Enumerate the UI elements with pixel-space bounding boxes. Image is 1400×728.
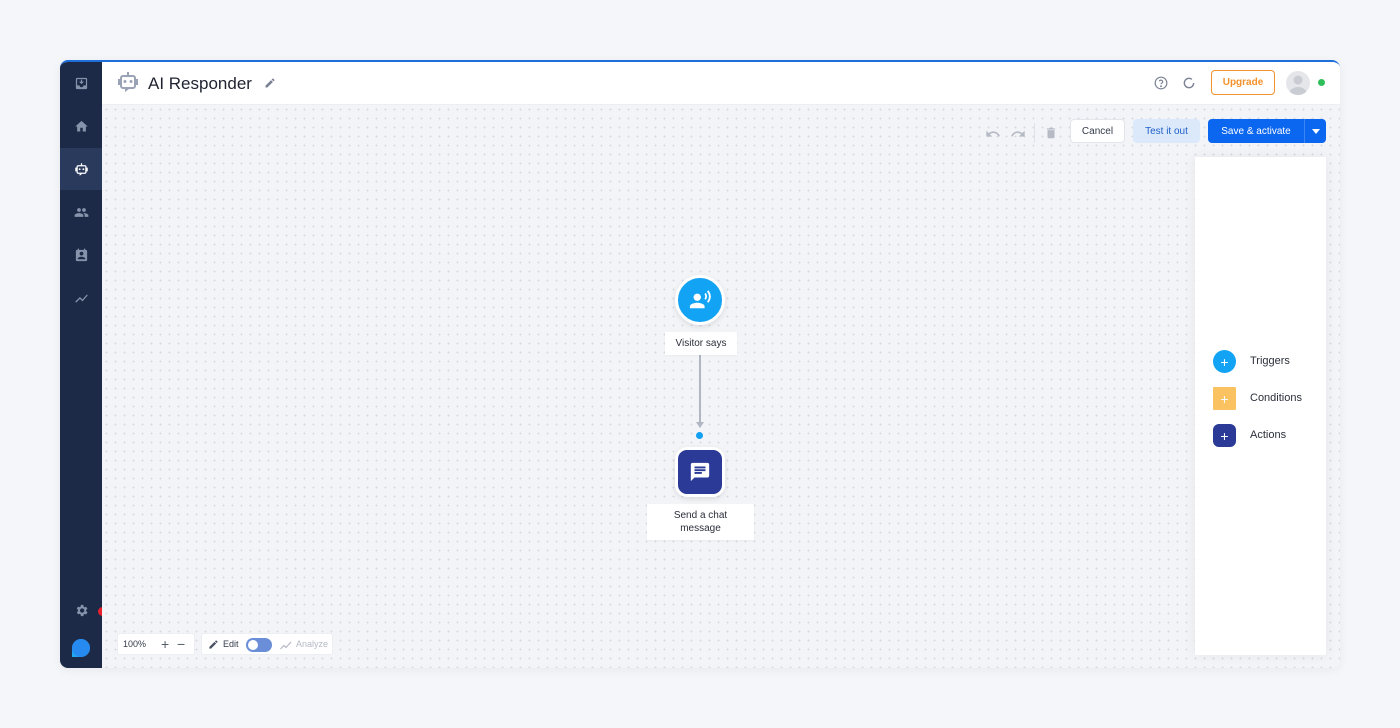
pencil-icon: [209, 640, 218, 649]
node-palette-panel: + Triggers + Conditions + Actions: [1195, 157, 1326, 655]
test-it-out-button[interactable]: Test it out: [1133, 119, 1200, 143]
home-icon: [74, 120, 88, 131]
zoom-out-button[interactable]: −: [177, 636, 185, 652]
sidebar-item-analytics[interactable]: [60, 277, 102, 319]
visitor-speaking-icon: [689, 290, 711, 309]
chevron-down-icon: [1311, 128, 1320, 134]
edit-analyze-toggle[interactable]: [246, 638, 272, 652]
zoom-in-button[interactable]: +: [161, 636, 169, 652]
redo-icon[interactable]: [1010, 126, 1026, 142]
sidebar-item-visitors[interactable]: [60, 191, 102, 233]
trigger-node-visitor-says[interactable]: [675, 275, 725, 325]
sync-icon[interactable]: [1182, 76, 1196, 90]
node-label: Visitor says: [665, 332, 737, 355]
upgrade-button[interactable]: Upgrade: [1211, 70, 1275, 95]
undo-icon[interactable]: [985, 126, 1001, 142]
sidebar-item-settings[interactable]: [60, 589, 102, 631]
contacts-icon: [75, 248, 87, 261]
online-status-dot: [1318, 79, 1325, 86]
palette-item-actions[interactable]: + Actions: [1213, 424, 1323, 448]
sidebar-item-bots[interactable]: [60, 148, 102, 190]
action-node-send-chat-message[interactable]: [675, 447, 725, 497]
pencil-icon[interactable]: [264, 77, 276, 89]
mode-switch: Edit Analyze: [201, 633, 333, 655]
analytics-icon: [74, 293, 88, 303]
bot-icon: [118, 72, 138, 92]
sidebar: [60, 62, 107, 668]
avatar[interactable]: [1286, 71, 1310, 95]
add-action-icon: +: [1213, 424, 1236, 447]
help-icon[interactable]: [1154, 76, 1168, 90]
flow-canvas[interactable]: Cancel Test it out Save & activate Visit…: [102, 105, 1340, 668]
add-condition-icon: +: [1213, 387, 1236, 410]
gear-icon: [76, 604, 87, 616]
bot-icon: [74, 162, 88, 176]
user-avatar-icon: [1289, 75, 1307, 95]
toolbar-divider: [1034, 123, 1035, 143]
sidebar-item-contacts[interactable]: [60, 234, 102, 276]
save-activate-button[interactable]: Save & activate: [1208, 119, 1304, 143]
app-window: AI Responder Upgrade Cancel Test it out …: [60, 60, 1340, 668]
flow-connector: [699, 355, 701, 427]
sidebar-item-inbox[interactable]: [60, 62, 102, 104]
palette-item-triggers[interactable]: + Triggers: [1213, 350, 1323, 374]
add-trigger-icon: +: [1213, 350, 1236, 373]
edit-mode-label[interactable]: Edit: [223, 639, 239, 649]
page-title: AI Responder: [148, 74, 252, 93]
header: AI Responder Upgrade: [102, 62, 1340, 105]
node-label: Send a chat message: [647, 504, 754, 540]
cancel-button[interactable]: Cancel: [1070, 119, 1125, 143]
brand-logo[interactable]: [69, 635, 93, 659]
save-options-dropdown[interactable]: [1304, 119, 1326, 143]
palette-item-label: Actions: [1250, 429, 1287, 441]
inbox-icon: [75, 77, 87, 89]
people-icon: [74, 207, 88, 217]
chat-message-icon: [690, 462, 710, 482]
analytics-icon: [280, 641, 292, 650]
trash-icon[interactable]: [1044, 125, 1058, 141]
analyze-mode-label[interactable]: Analyze: [296, 639, 328, 649]
palette-item-label: Conditions: [1250, 392, 1302, 404]
palette-item-conditions[interactable]: + Conditions: [1213, 387, 1323, 411]
connector-handle[interactable]: [696, 432, 703, 439]
toggle-knob: [248, 640, 258, 650]
connector-arrow: [696, 422, 704, 428]
zoom-level: 100%: [123, 639, 147, 649]
zoom-controls: 100% + −: [117, 633, 195, 655]
palette-item-label: Triggers: [1250, 355, 1290, 367]
sidebar-item-home[interactable]: [60, 105, 102, 147]
